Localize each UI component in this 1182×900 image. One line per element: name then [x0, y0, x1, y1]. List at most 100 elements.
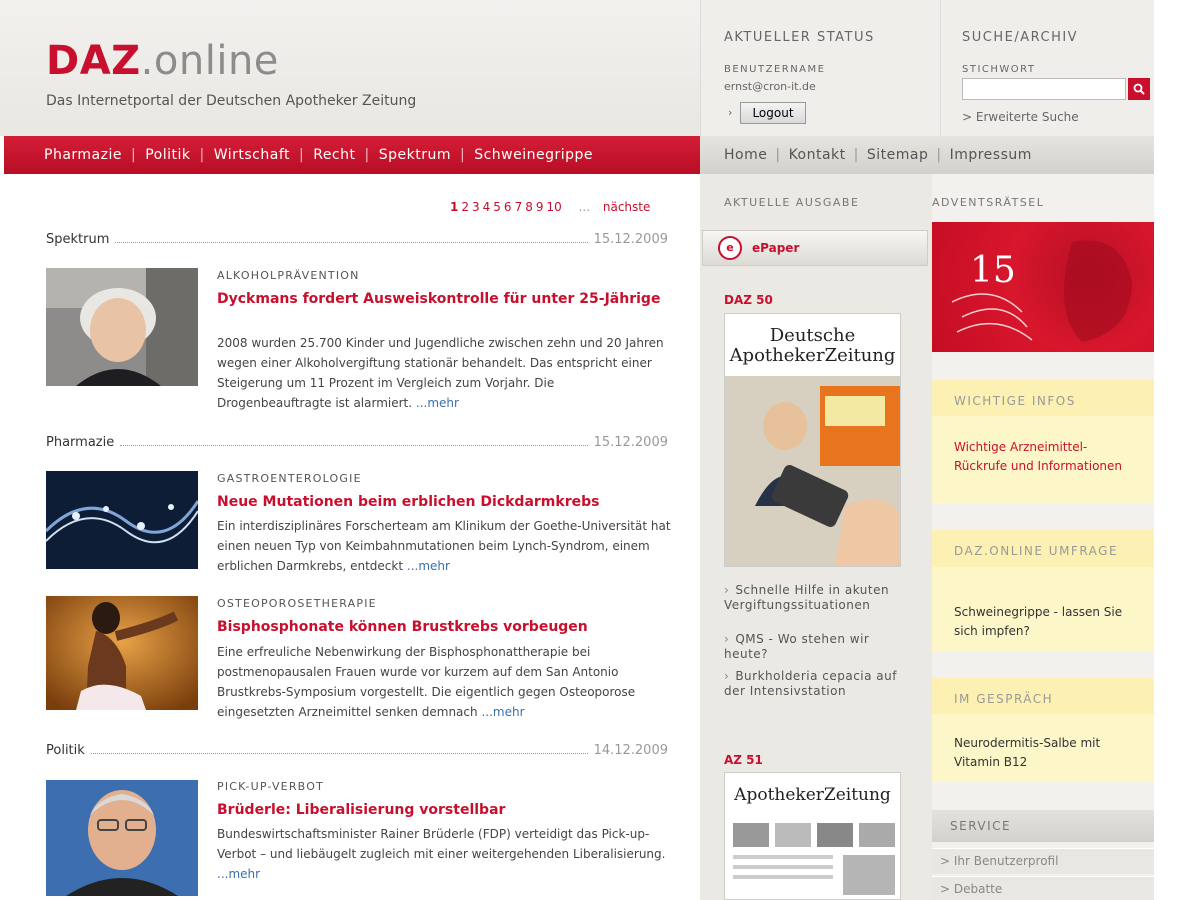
chevron-right-icon: › — [724, 583, 730, 597]
category-date: 15.12.2009 — [593, 232, 668, 247]
epaper-label[interactable]: ePaper — [752, 241, 799, 255]
page-link[interactable]: 4 — [483, 200, 491, 214]
nav-item-pharmazie[interactable]: Pharmazie — [44, 147, 122, 163]
molecule-image — [46, 471, 198, 569]
nav-separator: | — [853, 147, 859, 163]
chevron-right-icon: › — [724, 669, 730, 683]
meta-nav-sitemap[interactable]: Sitemap — [867, 147, 928, 163]
logout-button[interactable]: Logout — [740, 102, 806, 124]
service-title: SERVICE — [932, 810, 1154, 842]
issue-article-link[interactable]: › Schnelle Hilfe in akuten Vergiftungssit… — [724, 583, 908, 613]
advanced-search-link[interactable]: > Erweiterte Suche — [962, 110, 1079, 124]
nav-separator: | — [459, 147, 466, 163]
category-label[interactable]: Spektrum — [46, 232, 109, 247]
portrait-image — [46, 780, 198, 896]
service-item-profile[interactable]: > Ihr Benutzerprofil — [932, 848, 1154, 874]
article-kicker: PICK-UP-VERBOT — [217, 780, 325, 793]
category-date: 15.12.2009 — [593, 435, 668, 450]
issue-article-link-text: QMS - Wo stehen wir heute? — [724, 632, 870, 661]
portrait-image — [46, 268, 198, 386]
next-page-link[interactable]: nächste — [603, 200, 651, 214]
site-tagline: Das Internetportal der Deutschen Apothek… — [46, 93, 417, 109]
article-headline[interactable]: Dyckmans fordert Ausweiskontrolle für un… — [217, 290, 667, 309]
az-cover-image[interactable]: ApothekerZeitung — [724, 772, 901, 900]
advent-calendar-image[interactable]: 15 — [932, 222, 1154, 352]
article-kicker: ALKOHOLPRÄVENTION — [217, 269, 360, 282]
article-headline[interactable]: Neue Mutationen beim erblichen Dickdarmk… — [217, 493, 667, 512]
daz-cover-image[interactable]: Deutsche ApothekerZeitung — [724, 313, 901, 567]
pagination-ellipsis: ... — [578, 200, 591, 214]
page-link[interactable]: 5 — [493, 200, 501, 214]
article-headline[interactable]: Bisphosphonate können Brustkrebs vorbeug… — [217, 618, 667, 637]
nav-item-recht[interactable]: Recht — [313, 147, 355, 163]
nav-item-schweinegrippe[interactable]: Schweinegrippe — [474, 147, 593, 163]
article-thumbnail[interactable] — [46, 596, 198, 710]
article-thumbnail[interactable] — [46, 268, 198, 386]
page-link[interactable]: 9 — [536, 200, 544, 214]
category-label[interactable]: Politik — [46, 743, 85, 758]
issue-article-link-text: Burkholderia cepacia auf der Intensivsta… — [724, 669, 897, 698]
chevron-right-icon: › — [724, 632, 730, 646]
username-label: BENUTZERNAME — [724, 64, 826, 75]
nav-item-politik[interactable]: Politik — [145, 147, 190, 163]
cover-masthead: ApothekerZeitung — [734, 785, 891, 805]
pagination: 1 2 3 4 5 6 7 8 9 10 ... nächste — [450, 200, 653, 214]
category-row: Spektrum 15.12.2009 — [46, 232, 668, 248]
daz-issue-label: DAZ 50 — [724, 293, 773, 307]
advent-number: 15 — [970, 250, 1016, 291]
search-input[interactable] — [962, 78, 1126, 100]
read-more-link[interactable]: ...mehr — [407, 559, 450, 573]
search-button[interactable] — [1128, 78, 1150, 100]
read-more-link[interactable]: ...mehr — [416, 396, 459, 410]
dotted-divider — [115, 233, 588, 243]
site-logo[interactable]: DAZ.online — [46, 38, 279, 84]
meta-nav-impressum[interactable]: Impressum — [950, 147, 1032, 163]
nav-separator: | — [199, 147, 205, 163]
page-link[interactable]: 3 — [472, 200, 480, 214]
cover-masthead: Deutsche ApothekerZeitung — [725, 314, 900, 366]
search-title: SUCHE/ARCHIV — [962, 30, 1079, 45]
article-thumbnail[interactable] — [46, 471, 198, 569]
issue-article-link[interactable]: › QMS - Wo stehen wir heute? — [724, 632, 908, 662]
nav-separator: | — [130, 147, 137, 163]
read-more-link[interactable]: ...mehr — [217, 867, 260, 881]
info-box-title: WICHTIGE INFOS — [932, 380, 1154, 416]
info-box-link[interactable]: Schweinegrippe - lassen Sie sich impfen? — [932, 603, 1154, 641]
dotted-divider — [90, 744, 588, 754]
meta-nav-kontakt[interactable]: Kontakt — [789, 147, 846, 163]
service-item-debatte[interactable]: > Debatte — [932, 876, 1154, 900]
category-label[interactable]: Pharmazie — [46, 435, 114, 450]
current-issue-title: AKTUELLE AUSGABE — [724, 196, 860, 209]
nav-item-spektrum[interactable]: Spektrum — [379, 147, 451, 163]
nav-separator: | — [364, 147, 370, 163]
page-link[interactable]: 8 — [525, 200, 533, 214]
read-more-link[interactable]: ...mehr — [481, 705, 524, 719]
issue-article-link-text: Schnelle Hilfe in akuten Vergiftungssitu… — [724, 583, 890, 612]
meta-navigation: Home | Kontakt | Sitemap | Impressum — [700, 136, 1154, 174]
page-link[interactable]: 2 — [461, 200, 469, 214]
nav-item-wirtschaft[interactable]: Wirtschaft — [214, 147, 290, 163]
page-link[interactable]: 6 — [504, 200, 512, 214]
article-teaser: 2008 wurden 25.700 Kinder und Jugendlich… — [217, 333, 672, 413]
cover-masthead-line2: ApothekerZeitung — [729, 345, 896, 366]
info-box-title: IM GESPRÄCH — [932, 678, 1154, 714]
article-thumbnail[interactable] — [46, 780, 198, 896]
article-headline[interactable]: Brüderle: Liberalisierung vorstellbar — [217, 801, 667, 820]
page-link[interactable]: 10 — [546, 200, 561, 214]
logo-suffix: .online — [140, 38, 279, 84]
article-teaser: Bundeswirtschaftsminister Rainer Brüderl… — [217, 824, 672, 884]
issue-article-link[interactable]: › Burkholderia cepacia auf der Intensivst… — [724, 669, 908, 699]
article-kicker: GASTROENTEROLOGIE — [217, 472, 362, 485]
username-value: ernst@cron-it.de — [724, 80, 816, 93]
teaser-text: Eine erfreuliche Nebenwirkung der Bispho… — [217, 645, 636, 719]
page-link[interactable]: 7 — [515, 200, 523, 214]
nav-separator: | — [299, 147, 305, 163]
info-box-link[interactable]: Neurodermitis-Salbe mit Vitamin B12 — [932, 734, 1154, 772]
info-box-link[interactable]: Wichtige Arzneimittel-Rückrufe und Infor… — [932, 438, 1154, 476]
page-link-current[interactable]: 1 — [450, 200, 458, 214]
article-kicker: OSTEOPOROSETHERAPIE — [217, 597, 377, 610]
meta-nav-home[interactable]: Home — [724, 147, 767, 163]
cover-photo — [733, 823, 895, 895]
keyword-label: STICHWORT — [962, 64, 1036, 75]
article-teaser: Ein interdisziplinäres Forscherteam am K… — [217, 516, 672, 576]
